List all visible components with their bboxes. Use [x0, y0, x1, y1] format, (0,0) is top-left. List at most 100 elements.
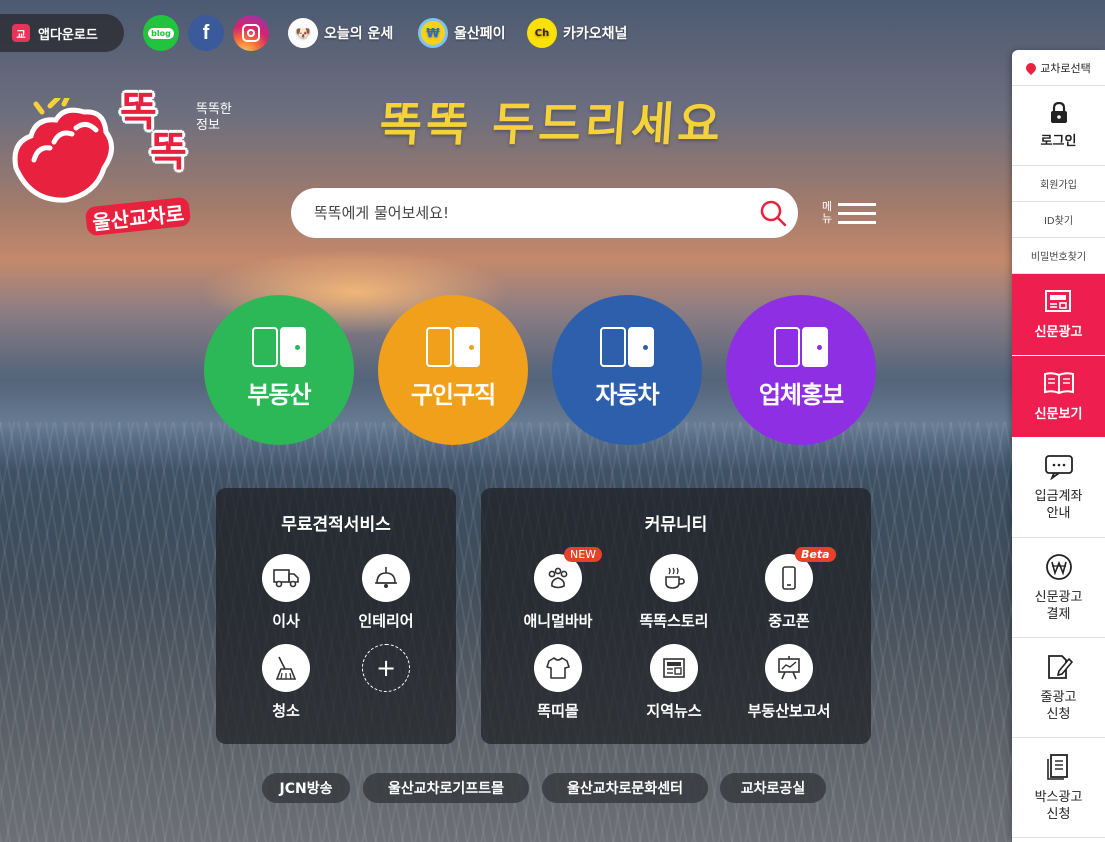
chat-bubble-icon: [1044, 454, 1073, 480]
site-logo[interactable]: 똑 똑 똑똑한 정보 울산교차로: [6, 78, 246, 238]
location-pin-icon: [1024, 60, 1039, 75]
ulsan-pay-label: 울산페이: [454, 26, 506, 42]
menu-label: 메뉴: [822, 200, 833, 225]
category-label: 부동산: [247, 380, 311, 409]
door-icon: [774, 326, 828, 367]
add-service-button[interactable]: +: [336, 644, 436, 692]
service-interior[interactable]: 인테리어: [336, 554, 436, 631]
fortune-label: 오늘의 운세: [324, 26, 394, 42]
community-local-news[interactable]: 지역뉴스: [624, 644, 724, 721]
presentation-board-icon: [765, 644, 813, 692]
right-sidebar: 교차로선택 로그인 회원가입 ID찾기 비밀번호찾기 신문광고 신문보기 입금계…: [1012, 50, 1105, 842]
community-real-estate-report[interactable]: 부동산보고서: [739, 644, 839, 721]
dog-icon: 🐶: [288, 18, 318, 48]
community-used-phone[interactable]: Beta 중고폰: [739, 547, 839, 631]
community-panel-title: 커뮤니티: [644, 515, 708, 535]
newspaper-view-label: 신문보기: [1034, 407, 1083, 422]
join-link[interactable]: 회원가입: [1012, 166, 1105, 202]
service-moving[interactable]: 이사: [236, 554, 336, 631]
app-download-button[interactable]: 교 앱다운로드: [0, 14, 124, 52]
new-badge: NEW: [564, 547, 603, 562]
find-id-link[interactable]: ID찾기: [1012, 202, 1105, 238]
category-label: 자동차: [595, 380, 659, 409]
door-icon: [252, 326, 306, 367]
shirt-icon: [534, 644, 582, 692]
jcn-broadcast-link[interactable]: JCN방송: [262, 773, 350, 803]
logo-tagline: 똑똑한 정보: [196, 102, 232, 133]
instagram-icon: [242, 24, 260, 42]
smartphone-icon: Beta: [765, 547, 836, 602]
app-icon: 교: [12, 24, 30, 42]
estimate-panel: 무료견적서비스 이사 인테리어 청소 +: [216, 488, 456, 744]
menu-button[interactable]: 메뉴: [822, 196, 884, 230]
region-select-button[interactable]: 교차로선택: [1012, 50, 1105, 86]
community-label: 부동산보고서: [747, 702, 831, 720]
login-label: 로그인: [1040, 134, 1077, 149]
service-label: 이사: [272, 612, 300, 630]
search-bar: [291, 188, 798, 238]
blog-icon: blog: [148, 27, 174, 39]
category-real-estate[interactable]: 부동산: [204, 295, 354, 445]
kakao-channel-label: 카카오채널: [563, 26, 628, 42]
knocking-hand-icon: [12, 98, 114, 203]
kakao-channel-icon: Ch: [527, 18, 557, 48]
hamburger-icon: [838, 197, 876, 230]
beta-badge: Beta: [795, 547, 836, 562]
instagram-link[interactable]: [233, 15, 269, 51]
logo-title: 똑 똑: [120, 89, 187, 175]
community-story[interactable]: 똑똑스토리: [624, 554, 724, 631]
service-label: 인테리어: [358, 612, 414, 630]
vacancy-link[interactable]: 교차로공실: [720, 773, 826, 803]
app-download-label: 앱다운로드: [38, 27, 98, 43]
line-ad-label: 줄광고 신청: [1040, 689, 1077, 722]
category-jobs[interactable]: 구인구직: [378, 295, 528, 445]
kakao-channel-link[interactable]: Ch 카카오채널: [527, 18, 627, 48]
search-input[interactable]: [314, 204, 748, 222]
deposit-account-button[interactable]: 입금계좌 안내: [1012, 438, 1105, 538]
community-panel: 커뮤니티 NEW 애니멀바바 똑똑스토리 Beta 중고폰 똑띠몰 지역뉴스 부…: [481, 488, 871, 744]
fortune-link[interactable]: 🐶 오늘의 운세: [288, 18, 393, 48]
category-label: 구인구직: [410, 380, 496, 409]
newspaper-payment-label: 신문광고 결제: [1034, 589, 1083, 622]
open-book-icon: [1043, 372, 1074, 395]
lamp-icon: [362, 554, 410, 602]
blog-link[interactable]: blog: [143, 15, 179, 51]
box-ad-label: 박스광고 신청: [1034, 789, 1083, 822]
login-button[interactable]: 로그인: [1012, 86, 1105, 166]
gift-mall-link[interactable]: 울산교차로기프트몰: [363, 773, 529, 803]
service-label: 청소: [272, 702, 300, 720]
estimate-panel-title: 무료견적서비스: [281, 515, 391, 535]
newspaper-icon: [1044, 290, 1071, 312]
facebook-icon: f: [202, 21, 210, 44]
community-label: 똑똑스토리: [639, 612, 709, 630]
search-button[interactable]: [748, 188, 798, 238]
facebook-link[interactable]: f: [188, 15, 224, 51]
newspaper-ad-button[interactable]: 신문광고: [1012, 274, 1105, 356]
newspaper-icon: [650, 644, 698, 692]
coffee-cup-icon: [650, 554, 698, 602]
ulsan-pay-link[interactable]: ₩ 울산페이: [418, 18, 506, 48]
category-business[interactable]: 업체홍보: [726, 295, 876, 445]
newspaper-payment-button[interactable]: 신문광고 결제: [1012, 538, 1105, 638]
community-label: 중고폰: [768, 612, 810, 630]
community-label: 똑띠몰: [537, 702, 579, 720]
door-icon: [600, 326, 654, 367]
line-ad-button[interactable]: 줄광고 신청: [1012, 638, 1105, 738]
truck-icon: [262, 554, 310, 602]
broom-icon: [262, 644, 310, 692]
community-label: 지역뉴스: [646, 702, 702, 720]
community-animal-baba[interactable]: NEW 애니멀바바: [508, 547, 608, 631]
category-cars[interactable]: 자동차: [552, 295, 702, 445]
find-password-link[interactable]: 비밀번호찾기: [1012, 238, 1105, 274]
won-coin-icon: ₩: [418, 18, 448, 48]
newspaper-view-button[interactable]: 신문보기: [1012, 356, 1105, 438]
community-ttokti-mall[interactable]: 똑띠몰: [508, 644, 608, 721]
service-cleaning[interactable]: 청소: [236, 644, 336, 721]
community-label: 애니멀바바: [523, 612, 593, 630]
won-icon: [1045, 553, 1072, 580]
culture-center-link[interactable]: 울산교차로문화센터: [542, 773, 708, 803]
door-icon: [426, 326, 480, 367]
category-label: 업체홍보: [758, 380, 844, 409]
box-ad-button[interactable]: 박스광고 신청: [1012, 738, 1105, 838]
edit-note-icon: [1047, 654, 1073, 679]
